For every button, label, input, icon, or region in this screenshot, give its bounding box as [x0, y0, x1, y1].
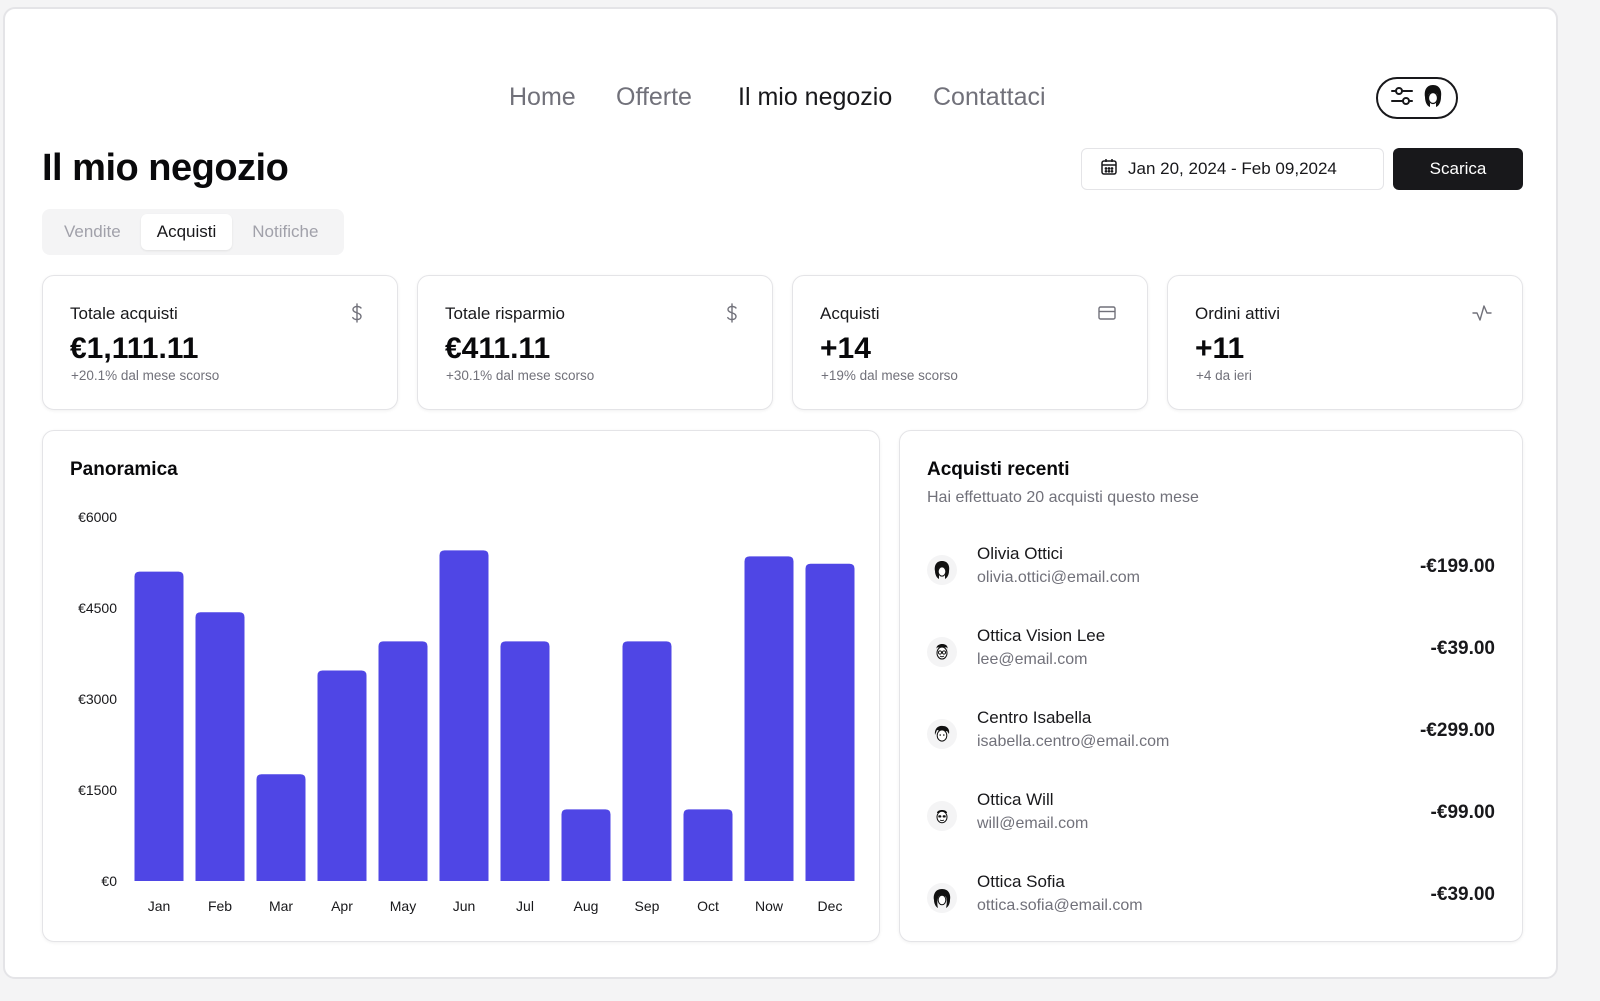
stat-title: Acquisti	[820, 304, 880, 323]
bar-jan[interactable]	[134, 571, 184, 881]
stat-card-acquisti: Acquisti +14 +19% dal mese scorso	[792, 275, 1148, 410]
y-tick-label: €0	[101, 873, 117, 889]
recent-purchases-title: Acquisti recenti	[927, 459, 1070, 480]
stat-title: Totale acquisti	[70, 304, 178, 323]
app-window: Home Offerte Il mio negozio Contattaci I…	[3, 7, 1558, 979]
customer-name: Ottica Vision Lee	[977, 626, 1106, 645]
list-item[interactable]: Ottica Sofia ottica.sofia@email.com -€39…	[927, 872, 1495, 928]
x-tick-label: Dec	[818, 898, 843, 914]
bar-feb[interactable]	[195, 612, 245, 881]
customer-name: Olivia Ottici	[977, 544, 1063, 563]
avatar-icon	[927, 883, 957, 913]
nav-home[interactable]: Home	[509, 83, 576, 112]
purchase-amount: -€39.00	[1430, 638, 1495, 659]
x-tick-label: Oct	[697, 898, 719, 914]
date-range-picker[interactable]: Jan 20, 2024 - Feb 09,2024	[1081, 148, 1384, 190]
list-item[interactable]: Olivia Ottici olivia.ottici@email.com -€…	[927, 544, 1495, 600]
customer-email: will@email.com	[977, 815, 1089, 832]
customer-email: isabella.centro@email.com	[977, 733, 1170, 750]
nav-contattaci[interactable]: Contattaci	[933, 83, 1046, 112]
x-tick-label: Now	[755, 898, 784, 914]
x-tick-label: Mar	[269, 898, 293, 914]
customer-name: Centro Isabella	[977, 708, 1092, 727]
recent-purchases-subtitle: Hai effettuato 20 acquisti questo mese	[927, 489, 1199, 506]
calendar-icon	[1100, 158, 1118, 181]
list-item[interactable]: Ottica Vision Lee lee@email.com -€39.00	[927, 626, 1495, 682]
x-tick-label: Jun	[453, 898, 476, 914]
x-tick-label: Feb	[208, 898, 232, 914]
bar-now[interactable]	[744, 556, 794, 881]
top-nav: Home Offerte Il mio negozio Contattaci	[5, 83, 1556, 115]
stat-change: +19% dal mese scorso	[821, 368, 958, 383]
list-item[interactable]: Centro Isabella isabella.centro@email.co…	[927, 708, 1495, 764]
avatar-icon	[927, 801, 957, 831]
bar-jul[interactable]	[500, 641, 550, 881]
y-tick-label: €1500	[78, 782, 117, 798]
stat-change: +20.1% dal mese scorso	[71, 368, 220, 383]
bar-jun[interactable]	[439, 550, 489, 881]
dollar-icon	[722, 303, 742, 323]
y-tick-label: €3000	[78, 691, 117, 707]
stat-change: +4 da ieri	[1196, 368, 1252, 383]
recent-purchases-panel: Acquisti recenti Hai effettuato 20 acqui…	[899, 430, 1523, 942]
dollar-icon	[347, 303, 367, 323]
purchase-amount: -€299.00	[1419, 720, 1495, 741]
x-tick-label: Aug	[574, 898, 599, 914]
x-tick-label: Sep	[635, 898, 660, 914]
bar-mar[interactable]	[256, 774, 306, 881]
purchase-amount: -€99.00	[1430, 802, 1495, 823]
bar-apr[interactable]	[317, 670, 367, 881]
nav-offerte[interactable]: Offerte	[616, 83, 692, 112]
customer-email: ottica.sofia@email.com	[977, 897, 1143, 914]
customer-email: olivia.ottici@email.com	[977, 569, 1140, 586]
sliders-icon	[1390, 85, 1414, 112]
credit-card-icon	[1097, 303, 1117, 323]
avatar-icon	[927, 555, 957, 585]
overview-bar-chart: €0 €1500 €3000 €4500 €6000 Jan Feb Mar Apr May Jun…	[78, 509, 855, 914]
avatar-icon	[927, 719, 957, 749]
bar-may[interactable]	[378, 641, 428, 881]
avatar-icon	[927, 637, 957, 667]
bar-aug[interactable]	[561, 809, 611, 881]
bar-sep[interactable]	[622, 641, 672, 881]
customer-email: lee@email.com	[977, 651, 1088, 668]
activity-icon	[1472, 303, 1492, 323]
stat-value: €1,111.11	[70, 332, 199, 365]
customer-name: Ottica Sofia	[977, 872, 1065, 891]
bar-dec[interactable]	[805, 563, 855, 881]
x-tick-label: Jul	[516, 898, 534, 914]
download-button[interactable]: Scarica	[1393, 148, 1523, 190]
stat-card-totale-risparmio: Totale risparmio €411.11 +30.1% dal mese…	[417, 275, 773, 410]
tab-acquisti[interactable]: Acquisti	[140, 214, 233, 250]
page-title: Il mio negozio	[42, 147, 289, 189]
stat-title: Totale risparmio	[445, 304, 565, 323]
date-range-text: Jan 20, 2024 - Feb 09,2024	[1128, 159, 1337, 178]
tab-bar: Vendite Acquisti Notifiche	[42, 209, 344, 255]
user-menu-button[interactable]	[1376, 77, 1458, 119]
x-tick-label: May	[390, 898, 416, 914]
avatar-icon	[1422, 83, 1444, 114]
customer-name: Ottica Will	[977, 790, 1054, 809]
stat-value: +14	[820, 332, 871, 365]
stat-card-totale-acquisti: Totale acquisti €1,111.11 +20.1% dal mes…	[42, 275, 398, 410]
nav-il-mio-negozio[interactable]: Il mio negozio	[738, 83, 892, 112]
y-tick-label: €6000	[78, 509, 117, 525]
x-tick-label: Apr	[331, 898, 353, 914]
tab-vendite[interactable]: Vendite	[48, 214, 137, 250]
overview-panel: Panoramica €0 €1500 €3000 €4500 €6000 Jan Feb M…	[42, 430, 880, 942]
purchase-amount: -€199.00	[1419, 556, 1495, 577]
stat-value: +11	[1195, 332, 1245, 365]
stat-value: €411.11	[445, 332, 551, 365]
stat-change: +30.1% dal mese scorso	[446, 368, 595, 383]
stat-card-ordini-attivi: Ordini attivi +11 +4 da ieri	[1167, 275, 1523, 410]
x-tick-label: Jan	[148, 898, 171, 914]
stat-title: Ordini attivi	[1195, 304, 1281, 323]
list-item[interactable]: Ottica Will will@email.com -€99.00	[927, 790, 1495, 846]
purchase-amount: -€39.00	[1430, 884, 1495, 905]
tab-notifiche[interactable]: Notifiche	[236, 214, 334, 250]
y-tick-label: €4500	[78, 600, 117, 616]
bar-oct[interactable]	[683, 809, 733, 881]
